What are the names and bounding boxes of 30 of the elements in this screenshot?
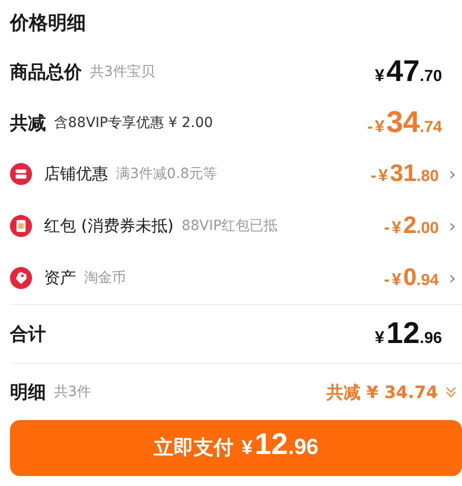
price: -¥0.94 — [384, 264, 439, 292]
item-count: 共3件 — [54, 383, 91, 401]
row-label: 共减 — [10, 112, 46, 134]
double-chevron-icon[interactable] — [444, 385, 458, 399]
row-label: 商品总价 — [10, 60, 82, 84]
discount-row[interactable]: 红包 (消费券未抵) 88VIP红包已抵 -¥2.00 › — [10, 200, 462, 252]
row-label: 资产 — [44, 268, 76, 288]
discount-row[interactable]: 资产 淘金币 -¥0.94 › — [10, 252, 462, 304]
price: ¥47.70 — [374, 54, 442, 88]
shop-icon — [10, 163, 32, 185]
row-note: 满3件减0.8元等 — [116, 165, 218, 183]
row-label: 红包 (消费券未抵) — [44, 216, 174, 236]
row-note: 含88VIP专享优惠 ¥ 2.00 — [54, 114, 213, 132]
price: -¥31.80 — [370, 160, 439, 188]
chevron-icon: › — [448, 216, 456, 236]
envelope-icon — [10, 215, 32, 237]
detail-label: 明细 — [10, 381, 46, 404]
total-price: ¥12.96 — [374, 317, 442, 351]
total-label: 合计 — [10, 323, 46, 346]
price: -¥34.74 — [367, 106, 442, 140]
chevron-icon: › — [448, 164, 456, 184]
row-note: 88VIP红包已抵 — [182, 217, 278, 235]
row-note: 淘金币 — [84, 269, 126, 287]
row-label: 店铺优惠 — [44, 164, 108, 184]
discount-row[interactable]: 店铺优惠 满3件减0.8元等 -¥31.80 › — [10, 148, 462, 200]
tag-icon — [10, 267, 32, 289]
price: -¥2.00 — [384, 212, 439, 240]
row-note: 共3件宝贝 — [90, 62, 155, 80]
section-title: 价格明细 — [10, 11, 87, 36]
chevron-icon: › — [448, 268, 456, 288]
